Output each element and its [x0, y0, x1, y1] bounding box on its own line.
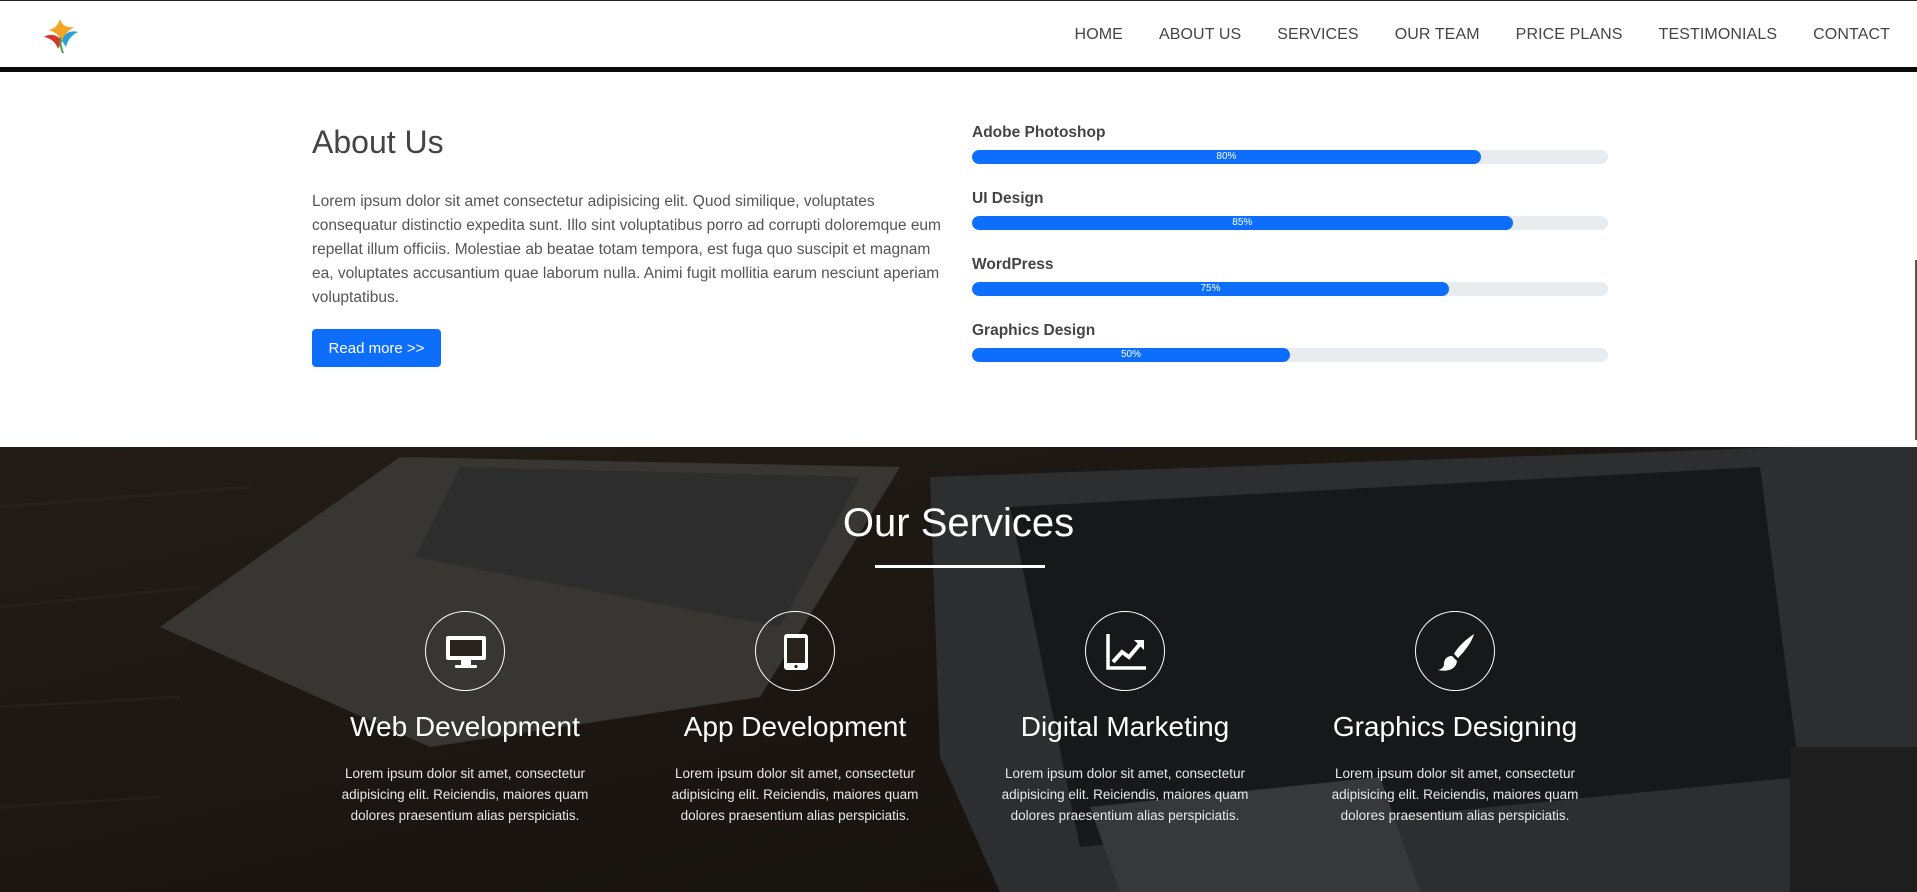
service-description: Lorem ipsum dolor sit amet, consectetur …: [1001, 766, 1249, 823]
nav-link-price-plans[interactable]: PRICE PLANS: [1516, 26, 1623, 44]
title-underline: [875, 565, 1045, 568]
service-title: Web Development: [350, 711, 580, 742]
about-text: Lorem ipsum dolor sit amet consectetur a…: [312, 193, 941, 306]
service-title: Digital Marketing: [1020, 711, 1230, 742]
nav-link-about-us[interactable]: ABOUT US: [1159, 26, 1241, 44]
progress-fill: 75%: [972, 282, 1449, 296]
nav-link-our-team[interactable]: OUR TEAM: [1395, 26, 1480, 44]
skill-item: UI Design 85%: [972, 190, 1608, 256]
progress-bar: 50%: [972, 348, 1608, 362]
tablet-icon: [755, 611, 835, 691]
progress-bar: 85%: [972, 216, 1608, 230]
skill-item: Adobe Photoshop 80%: [972, 124, 1608, 190]
service-description: Lorem ipsum dolor sit amet, consectetur …: [671, 766, 919, 823]
skills-list: Adobe Photoshop 80% UI Design 85% WordPr…: [972, 124, 1608, 388]
service-card: Digital Marketing Lorem ipsum dolor sit …: [975, 611, 1275, 826]
logo-icon[interactable]: [40, 15, 82, 55]
nav-link-home[interactable]: HOME: [1075, 26, 1123, 44]
skill-item: Graphics Design 50%: [972, 322, 1608, 388]
chart-line-icon: [1085, 611, 1165, 691]
skill-label: Graphics Design: [972, 322, 1096, 339]
progress-fill: 85%: [972, 216, 1513, 230]
navbar: HOME ABOUT US SERVICES OUR TEAM PRICE PL…: [0, 0, 1917, 72]
nav-links: HOME ABOUT US SERVICES OUR TEAM PRICE PL…: [1039, 1, 1890, 68]
progress-bar: 80%: [972, 150, 1608, 164]
service-description: Lorem ipsum dolor sit amet, consectetur …: [1331, 766, 1579, 823]
services-title: Our Services: [842, 501, 1075, 545]
progress-fill: 80%: [972, 150, 1481, 164]
service-card: App Development Lorem ipsum dolor sit am…: [645, 611, 945, 826]
paint-brush-icon: [1415, 611, 1495, 691]
progress-bar: 75%: [972, 282, 1608, 296]
skill-label: WordPress: [972, 256, 1054, 273]
service-description: Lorem ipsum dolor sit amet, consectetur …: [341, 766, 589, 823]
monitor-icon: [425, 611, 505, 691]
about-title: About Us: [312, 124, 444, 160]
service-card: Web Development Lorem ipsum dolor sit am…: [315, 611, 615, 826]
read-more-button[interactable]: Read more >>: [312, 329, 441, 367]
service-title: App Development: [683, 711, 907, 742]
nav-link-contact[interactable]: CONTACT: [1813, 26, 1890, 44]
skill-label: UI Design: [972, 190, 1044, 207]
service-card: Graphics Designing Lorem ipsum dolor sit…: [1305, 611, 1605, 826]
skill-item: WordPress 75%: [972, 256, 1608, 322]
services-section: Our Services Web Development Lorem ipsum…: [0, 447, 1917, 892]
nav-link-testimonials[interactable]: TESTIMONIALS: [1659, 26, 1778, 44]
about-section: About Us Lorem ipsum dolor sit amet cons…: [0, 72, 1917, 447]
progress-fill: 50%: [972, 348, 1290, 362]
service-title: Graphics Designing: [1332, 711, 1578, 742]
nav-link-services[interactable]: SERVICES: [1277, 26, 1358, 44]
skill-label: Adobe Photoshop: [972, 124, 1106, 141]
